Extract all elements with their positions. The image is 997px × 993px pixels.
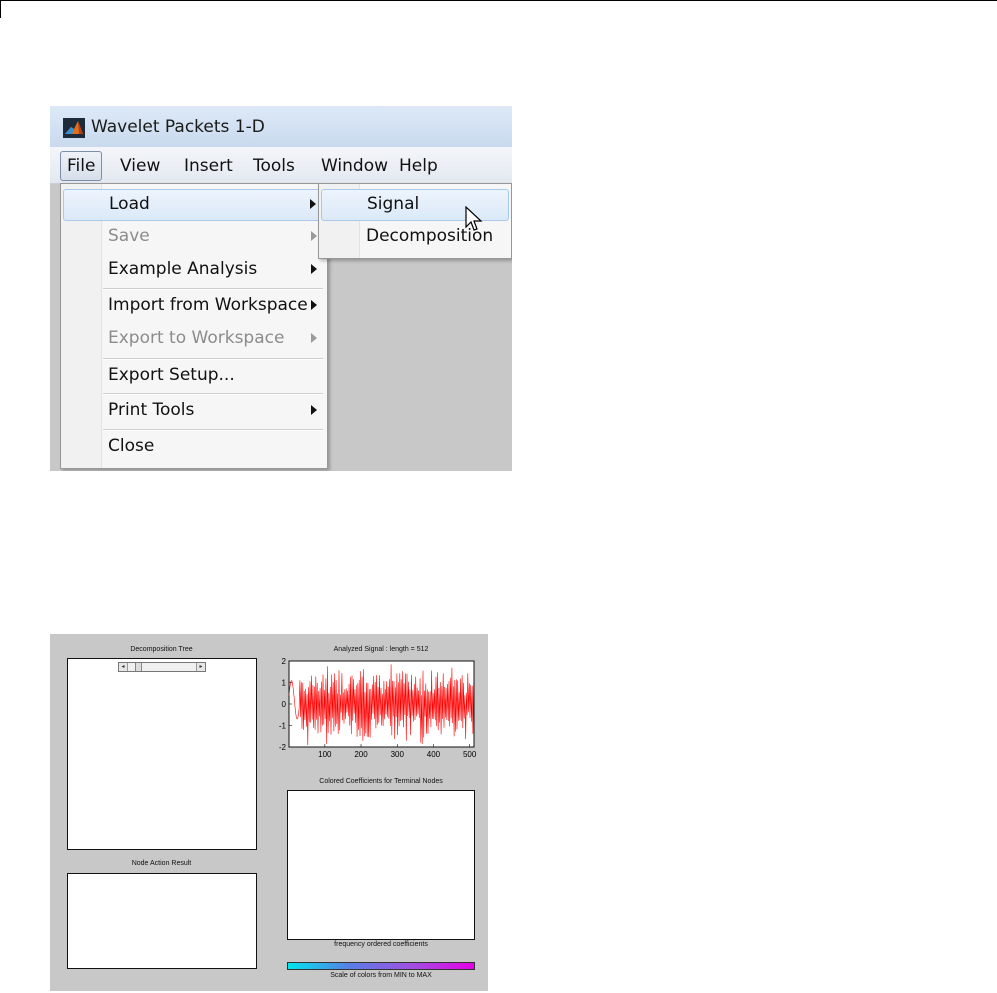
colorbar-label: Scale of colors from MIN to MAX <box>330 972 432 979</box>
y-tick-label: -2 <box>279 743 287 752</box>
figure-screenshot: Decomposition Tree ◂ ▸ Node Action Resul… <box>50 634 488 991</box>
x-tick-label: 100 <box>318 750 332 759</box>
signal-title: Analyzed Signal : length = 512 <box>333 646 429 653</box>
node-title: Node Action Result <box>131 860 192 867</box>
menu-separator <box>103 288 323 290</box>
menu-item-save[interactable]: Save <box>63 222 325 252</box>
menu-file[interactable]: File <box>60 151 103 181</box>
menu-insert[interactable]: Insert <box>184 155 233 177</box>
menu-item-import-from-workspace[interactable]: Import from Workspace <box>63 291 325 321</box>
submenu-arrow-icon <box>311 300 317 310</box>
menu-item-label: Import from Workspace <box>108 295 308 315</box>
x-tick-label: 200 <box>354 750 368 759</box>
menu-item-close[interactable]: Close <box>63 432 325 462</box>
submenu-arrow-icon <box>310 199 316 209</box>
mouse-cursor-icon <box>465 206 483 231</box>
menu-item-label: Save <box>108 226 150 246</box>
menu-item-label: Example Analysis <box>108 259 258 279</box>
menu-item-load[interactable]: Load <box>63 189 325 221</box>
window-title: Wavelet Packets 1-D <box>91 117 265 137</box>
menu-item-example-analysis[interactable]: Example Analysis <box>63 255 325 285</box>
colorbar <box>287 962 475 970</box>
menu-item-label: Signal <box>367 194 420 214</box>
menu-item-label: Close <box>108 436 155 456</box>
menu-separator <box>103 393 323 395</box>
x-tick-label: 400 <box>427 750 441 759</box>
submenu-arrow-icon <box>311 405 317 415</box>
colored-coefficients-panel[interactable] <box>287 790 475 940</box>
coeff-xlabel: frequency ordered coefficients <box>334 941 428 948</box>
y-tick-label: 1 <box>282 679 287 688</box>
scroll-left-icon[interactable]: ◂ <box>119 663 128 671</box>
matlab-icon <box>63 118 85 138</box>
coeff-title: Colored Coefficients for Terminal Nodes <box>319 778 443 785</box>
menu-item-label: Export to Workspace <box>108 328 285 348</box>
menu-help[interactable]: Help <box>399 155 438 177</box>
submenu-arrow-icon <box>311 264 317 274</box>
menu-separator <box>103 358 323 360</box>
menu-item-export-to-workspace[interactable]: Export to Workspace <box>63 324 325 354</box>
y-tick-label: 2 <box>282 658 287 666</box>
menu-item-export-setup[interactable]: Export Setup... <box>63 361 325 391</box>
page-top-rule <box>0 0 997 1</box>
menu-view[interactable]: View <box>120 155 160 177</box>
menubar: File View Insert Tools Window Help <box>50 147 512 184</box>
x-tick-label: 300 <box>391 750 405 759</box>
menu-screenshot: Wavelet Packets 1-D File View Insert Too… <box>50 106 512 471</box>
tree-title: Decomposition Tree <box>130 646 193 653</box>
tree-scrollbar[interactable]: ◂ ▸ <box>118 662 206 672</box>
signal-plot[interactable]: 2 1 0 -1 -2 100 200 300 400 500 <box>275 658 485 773</box>
menu-item-print-tools[interactable]: Print Tools <box>63 396 325 426</box>
menu-item-label: Export Setup... <box>108 365 235 385</box>
scroll-thumb[interactable] <box>135 663 142 671</box>
menu-window[interactable]: Window <box>321 155 388 177</box>
page-left-rule <box>0 0 1 18</box>
menu-item-label: Print Tools <box>108 400 195 420</box>
submenu-arrow-icon <box>311 333 317 343</box>
menu-item-label: Load <box>109 194 150 214</box>
y-tick-label: 0 <box>282 700 287 709</box>
window-titlebar: Wavelet Packets 1-D <box>50 106 512 147</box>
y-tick-label: -1 <box>279 722 287 731</box>
file-menu: Load Save Example Analysis Import from W… <box>60 183 328 469</box>
decomposition-tree-panel[interactable]: ◂ ▸ <box>67 658 257 850</box>
menu-separator <box>103 429 323 431</box>
node-action-panel[interactable] <box>67 873 257 969</box>
scroll-right-icon[interactable]: ▸ <box>196 663 205 671</box>
x-tick-label: 500 <box>463 750 477 759</box>
menu-tools[interactable]: Tools <box>253 155 295 177</box>
submenu-arrow-icon <box>311 231 317 241</box>
